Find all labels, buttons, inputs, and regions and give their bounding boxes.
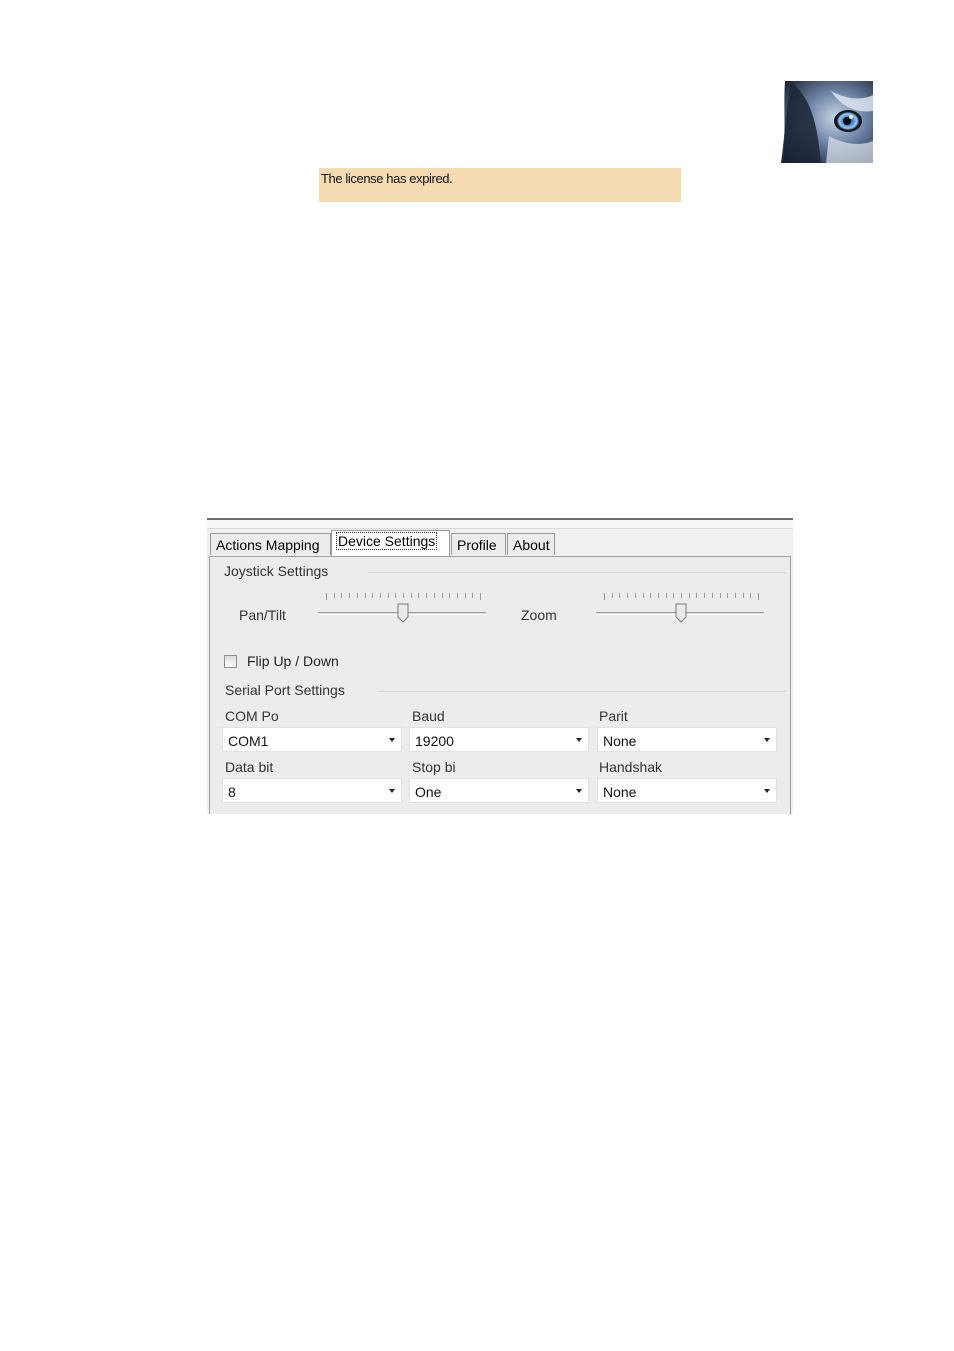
slider-tick [627,593,628,598]
slider-tick [357,593,358,598]
slider-tick [388,593,389,598]
data-bits-value: 8 [228,784,236,800]
chevron-down-icon[interactable] [389,738,395,742]
wolf-eye-logo [781,81,873,163]
baud-select[interactable]: 19200 [409,727,589,752]
chevron-down-icon[interactable] [764,738,770,742]
slider-tick [727,593,728,598]
slider-tick [326,593,327,600]
slider-tick [696,593,697,598]
tab-about[interactable]: About [507,533,555,555]
device-settings-panel: Joystick Settings Pan/Tilt Zoom Flip Up … [209,556,791,815]
slider-thumb-icon[interactable] [675,603,687,623]
zoom-slider[interactable] [596,593,766,627]
chevron-down-icon[interactable] [576,738,582,742]
slider-tick [720,593,721,598]
tab-label: Profile [457,537,497,553]
slider-tick [643,593,644,598]
slider-tick [403,593,404,598]
slider-tick [673,593,674,598]
tab-label: Device Settings [335,532,438,550]
slider-tick [365,593,366,598]
tab-label: About [513,537,550,553]
stop-bits-select[interactable]: One [409,778,589,803]
slider-tick [341,593,342,598]
slider-tick [411,593,412,598]
com-port-value: COM1 [228,733,269,749]
flip-up-down-label: Flip Up / Down [247,653,339,669]
slider-tick [457,593,458,598]
license-expired-text: The license has expired. [321,171,453,186]
handshake-label: Handshak [599,759,663,775]
slider-tick [758,593,759,600]
slider-tick [712,593,713,598]
group-divider [378,691,786,692]
tab-label: Actions Mapping [216,537,320,553]
slider-ticks [604,593,759,600]
slider-tick [349,593,350,598]
com-port-label: COM Po [225,708,279,724]
parity-select[interactable]: None [597,727,777,752]
pan-tilt-slider[interactable] [318,593,488,627]
window-header-strip [207,520,793,529]
stop-bits-label: Stop bi [412,759,456,775]
joystick-settings-title: Joystick Settings [224,563,329,579]
com-port-select[interactable]: COM1 [222,727,402,752]
chevron-down-icon[interactable] [764,789,770,793]
slider-tick [658,593,659,598]
tab-device-settings[interactable]: Device Settings [331,530,450,556]
group-divider [368,572,786,573]
slider-tick [418,593,419,598]
slider-tick [472,593,473,598]
slider-tick [434,593,435,598]
chevron-down-icon[interactable] [389,789,395,793]
baud-value: 19200 [415,733,454,749]
pan-tilt-label: Pan/Tilt [239,607,286,623]
settings-window: Actions Mapping Device Settings Profile … [207,518,793,815]
slider-tick [442,593,443,598]
slider-ticks [326,593,481,600]
slider-tick [426,593,427,598]
slider-tick [635,593,636,598]
serial-port-settings-title: Serial Port Settings [225,682,345,698]
stop-bits-value: One [415,784,442,800]
tab-strip: Actions Mapping Device Settings Profile … [207,529,793,556]
slider-tick [666,593,667,598]
slider-tick [372,593,373,598]
slider-tick [604,593,605,600]
flip-up-down-checkbox[interactable] [224,655,237,668]
data-bits-select[interactable]: 8 [222,778,402,803]
slider-tick [612,593,613,598]
tab-profile[interactable]: Profile [451,533,506,555]
slider-tick [334,593,335,598]
slider-tick [480,593,481,600]
slider-tick [619,593,620,598]
slider-tick [750,593,751,598]
baud-label: Baud [412,708,445,724]
slider-tick [681,593,682,598]
slider-tick [704,593,705,598]
slider-tick [650,593,651,598]
zoom-label: Zoom [521,607,557,623]
slider-tick [380,593,381,598]
slider-tick [395,593,396,598]
chevron-down-icon[interactable] [576,789,582,793]
parity-value: None [603,733,637,749]
license-expired-banner: The license has expired. [319,168,681,202]
slider-tick [465,593,466,598]
parity-label: Parit [599,708,628,724]
slider-tick [689,593,690,598]
panel-edge [790,557,791,815]
tab-actions-mapping[interactable]: Actions Mapping [210,533,331,555]
slider-tick [735,593,736,598]
handshake-select[interactable]: None [597,778,777,803]
slider-tick [449,593,450,598]
data-bits-label: Data bit [225,759,274,775]
slider-thumb-icon[interactable] [397,603,409,623]
handshake-value: None [603,784,637,800]
slider-tick [743,593,744,598]
